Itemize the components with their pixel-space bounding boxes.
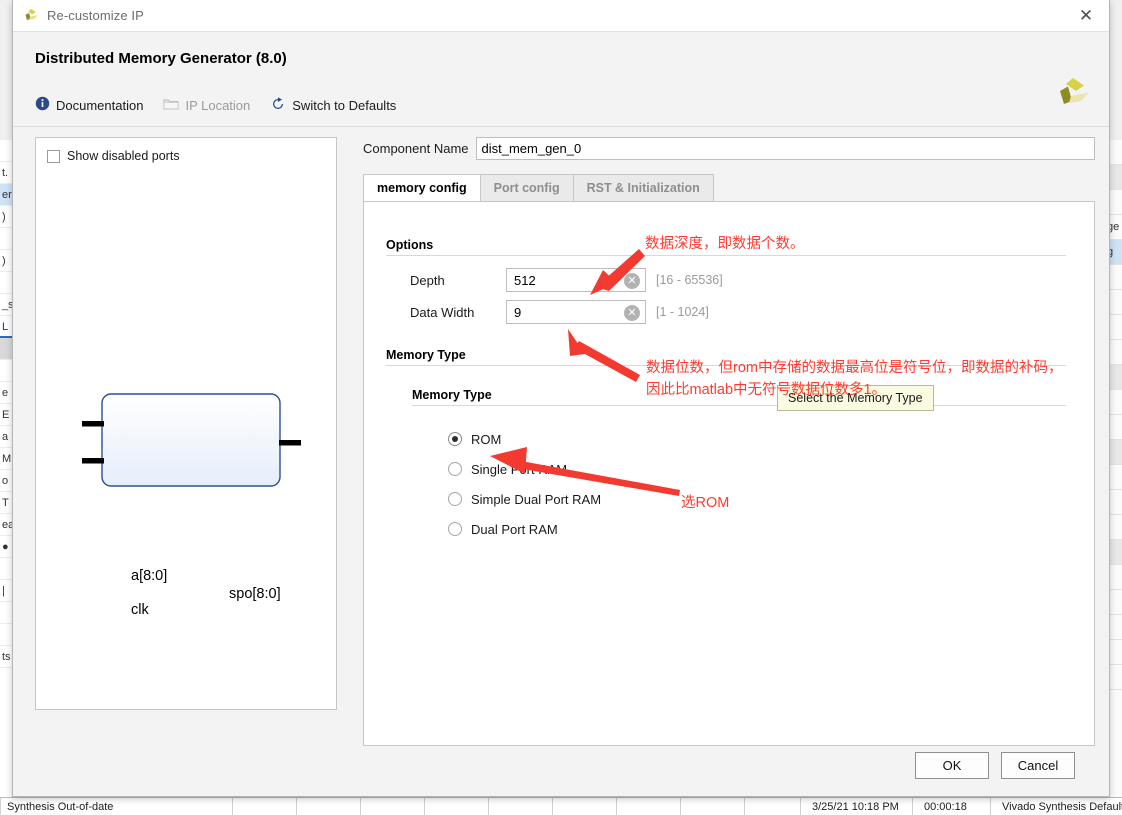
ok-button[interactable]: OK (915, 751, 989, 779)
ip-symbol-panel: Show disabled ports a[8:0] clk spo[8:0] (35, 137, 337, 710)
data-width-input-box[interactable]: ✕ (506, 300, 646, 324)
depth-range-hint: [16 - 65536] (656, 273, 723, 287)
clear-circle-icon[interactable]: ✕ (624, 305, 640, 321)
radio-single-port-ram[interactable]: Single Port RAM (448, 454, 1066, 484)
depth-input[interactable] (512, 271, 622, 289)
ip-header: Distributed Memory Generator (8.0) (13, 32, 1109, 88)
close-icon[interactable]: ✕ (1063, 0, 1109, 31)
folder-icon (163, 97, 180, 114)
options-group: Options Depth ✕ [16 - 65536] (364, 202, 1094, 324)
radio-dual-port-ram-label: Dual Port RAM (471, 521, 558, 537)
radio-rom[interactable]: ROM (448, 424, 1066, 454)
radio-single-port-ram-label: Single Port RAM (471, 461, 568, 477)
memory-config-panel: Options Depth ✕ [16 - 65536] (363, 201, 1095, 746)
memory-type-group-label: Memory Type (386, 348, 466, 362)
memory-type-inner-label: Memory Type (412, 388, 492, 402)
radio-rom-label: ROM (471, 431, 502, 447)
xilinx-logo-icon (1055, 74, 1091, 110)
component-name-label: Component Name (363, 141, 469, 156)
ip-block-symbol (82, 393, 301, 487)
memory-type-radio-list: ROM Single Port RAM Simple Dual Port RAM (412, 406, 1066, 544)
tab-port-config[interactable]: Port config (479, 174, 573, 202)
status-elapsed: 00:00:18 (924, 800, 967, 813)
refresh-icon (270, 96, 286, 115)
port-label-a: a[8:0] (131, 568, 168, 584)
dialog-title: Re-customize IP (47, 8, 144, 23)
re-customize-ip-dialog: Re-customize IP ✕ Distributed Memory Gen… (12, 0, 1110, 797)
radio-button (448, 522, 462, 536)
switch-to-defaults-link[interactable]: Switch to Defaults (270, 96, 396, 115)
tab-strip: memory config Port config RST & Initiali… (363, 174, 1095, 202)
status-left-text: Synthesis Out-of-date (7, 800, 114, 813)
depth-label: Depth (410, 272, 445, 288)
dialog-footer: OK Cancel (13, 734, 1109, 796)
ip-location-link-label: IP Location (185, 97, 251, 113)
vivado-logo-icon (23, 7, 40, 24)
tab-rst-initialization[interactable]: RST & Initialization (572, 174, 714, 202)
ip-config-column: Component Name memory config Port config… (363, 137, 1095, 746)
component-name-row: Component Name (363, 137, 1095, 160)
tab-memory-config[interactable]: memory config (363, 174, 480, 202)
depth-input-box[interactable]: ✕ (506, 268, 646, 292)
port-label-clk: clk (131, 602, 149, 618)
dialog-content: Show disabled ports a[8:0] clk spo[8:0] … (13, 127, 1109, 746)
options-group-rule (386, 255, 1066, 256)
ip-link-toolbar: Documentation IP Location Switch to Defa… (13, 88, 1109, 122)
component-name-input[interactable] (475, 137, 1095, 160)
data-width-field-row: Data Width ✕ [1 - 1024] (410, 300, 1066, 324)
documentation-link[interactable]: Documentation (35, 96, 143, 114)
radio-button (448, 462, 462, 476)
data-width-range-hint: [1 - 1024] (656, 305, 709, 319)
dialog-titlebar: Re-customize IP ✕ (13, 0, 1109, 32)
cancel-button[interactable]: Cancel (1001, 751, 1075, 779)
main-window-status-bar: Synthesis Out-of-date 3/25/21 10:18 PM 0… (0, 797, 1122, 815)
clear-circle-icon[interactable]: ✕ (624, 273, 640, 289)
radio-dual-port-ram[interactable]: Dual Port RAM (448, 514, 1066, 544)
memory-type-group: Memory Type (364, 324, 1094, 366)
memory-type-inner-group: Memory Type ROM Single Port RAM Simple D… (364, 366, 1094, 544)
config-tabs: memory config Port config RST & Initiali… (363, 174, 1095, 746)
radio-button (448, 492, 462, 506)
data-width-label: Data Width (410, 304, 475, 320)
info-icon (35, 96, 50, 114)
status-timestamp: 3/25/21 10:18 PM (812, 800, 899, 813)
data-width-input[interactable] (512, 303, 622, 321)
options-group-label: Options (386, 238, 434, 252)
memory-type-tooltip: Select the Memory Type (777, 385, 934, 411)
radio-simple-dual-port-ram[interactable]: Simple Dual Port RAM (448, 484, 1066, 514)
radio-button (448, 432, 462, 446)
depth-field-row: Depth ✕ [16 - 65536] (410, 268, 1066, 292)
ip-location-link[interactable]: IP Location (163, 97, 250, 114)
radio-simple-dual-port-ram-label: Simple Dual Port RAM (471, 491, 602, 507)
port-label-spo: spo[8:0] (229, 586, 281, 602)
page-title: Distributed Memory Generator (8.0) (35, 50, 287, 67)
switch-to-defaults-label: Switch to Defaults (292, 97, 397, 113)
documentation-link-label: Documentation (56, 97, 144, 113)
dialog-body: Distributed Memory Generator (8.0) Docum… (13, 32, 1109, 796)
status-run-strategy: Vivado Synthesis Default (1002, 800, 1122, 813)
